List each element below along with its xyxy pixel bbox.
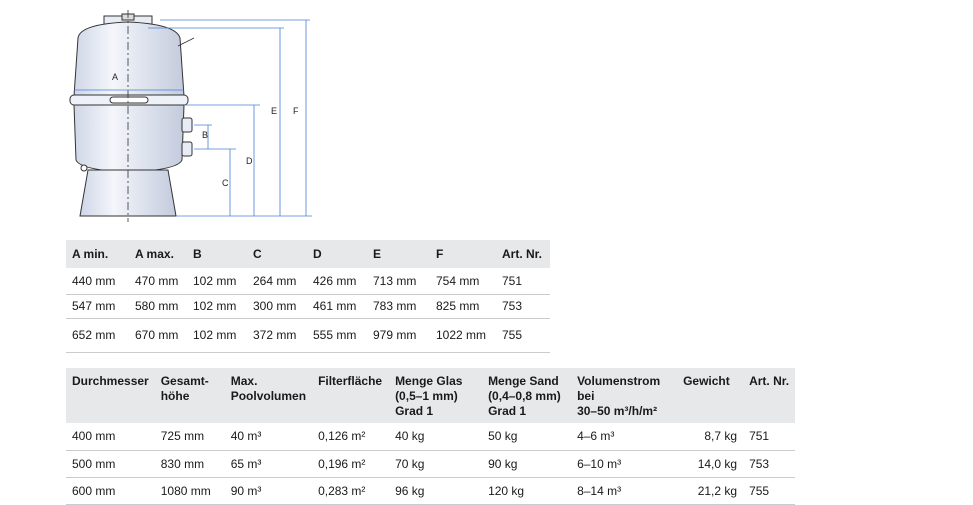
table-cell: 14,0 kg: [697, 456, 738, 471]
dim-label-d: D: [246, 156, 253, 166]
table-cell: 40 m³: [230, 429, 262, 444]
table-cell: 0,196 m²: [318, 456, 366, 471]
table-cell: 8,7 kg: [704, 429, 738, 444]
dim-label-e: E: [271, 106, 277, 116]
table-cell: 102 mm: [193, 328, 237, 342]
table-cell: 120 kg: [488, 483, 525, 498]
header-cell: Max. Poolvolumen: [230, 374, 307, 403]
dim-label-a: A: [112, 72, 118, 82]
table-cell: 102 mm: [193, 299, 237, 313]
table-row: 440 mm 470 mm 102 mm 264 mm 426 mm 713 m…: [66, 268, 550, 294]
table-cell: 725 mm: [160, 429, 205, 444]
table-cell: 670 mm: [135, 328, 179, 342]
header-cell: E: [373, 247, 382, 261]
table-row: 500 mm 830 mm 65 m³ 0,196 m² 70 kg 90 kg…: [66, 450, 796, 477]
drain-plug: [80, 164, 88, 172]
table-row: 547 mm 580 mm 102 mm 300 mm 461 mm 783 m…: [66, 294, 550, 318]
dim-label-b: B: [202, 130, 208, 140]
header-cell: B: [193, 247, 202, 261]
table-cell: 102 mm: [193, 273, 237, 288]
table-cell: 755: [502, 328, 523, 342]
table-cell: 70 kg: [395, 456, 425, 471]
table-row: 400 mm 725 mm 40 m³ 0,126 m² 40 kg 50 kg…: [66, 423, 796, 450]
tank-lower-shell: [73, 104, 185, 173]
dim-label-c: C: [222, 178, 229, 188]
table-cell: 753: [502, 299, 523, 313]
table-cell: 426 mm: [313, 273, 357, 288]
table-cell: 96 kg: [395, 483, 425, 498]
table-row: 600 mm 1080 mm 90 m³ 0,283 m² 96 kg 120 …: [66, 477, 796, 504]
table-cell: 470 mm: [135, 273, 179, 288]
table-cell: 461 mm: [313, 299, 357, 313]
header-cell: F: [436, 247, 444, 261]
dimensions-table-header: A min. A max. B C D E F Art. Nr.: [66, 240, 550, 268]
table-cell: 4–6 m³: [577, 429, 615, 444]
header-cell: Filterfläche: [318, 374, 383, 388]
table-cell: 0,283 m²: [318, 483, 366, 498]
table-cell: 652 mm: [72, 328, 116, 342]
table-cell: 754 mm: [436, 273, 480, 288]
header-cell: Menge Glas (0,5–1 mm) Grad 1: [395, 374, 463, 418]
table-cell: 830 mm: [160, 456, 205, 471]
header-cell: Menge Sand (0,4–0,8 mm) Grad 1: [488, 374, 561, 418]
table-cell: 400 mm: [72, 429, 116, 444]
table-row: 652 mm 670 mm 102 mm 372 mm 555 mm 979 m…: [66, 318, 550, 352]
header-cell: Gesamt- höhe: [160, 374, 209, 403]
table-cell: 753: [749, 456, 770, 471]
table-cell: 580 mm: [135, 299, 179, 313]
table-cell: 1022 mm: [436, 328, 487, 342]
table-cell: 300 mm: [253, 299, 297, 313]
table-cell: 90 m³: [230, 483, 262, 498]
header-cell: C: [253, 247, 262, 261]
table-cell: 440 mm: [72, 273, 116, 288]
table-cell: 751: [749, 429, 770, 444]
dimensions-table: A min. A max. B C D E F Art. Nr. 440 mm …: [66, 240, 550, 353]
header-cell: Art. Nr.: [749, 374, 790, 388]
table-cell: 8–14 m³: [577, 483, 622, 498]
table-cell: 0,126 m²: [318, 429, 366, 444]
tank-upper-shell: [73, 21, 185, 97]
table-cell: 500 mm: [72, 456, 116, 471]
port-lower: [181, 141, 193, 157]
table-cell: 1080 mm: [160, 483, 211, 498]
header-cell: A min.: [72, 247, 109, 261]
table-cell: 825 mm: [436, 299, 480, 313]
table-cell: 372 mm: [253, 328, 297, 342]
table-cell: 755: [749, 483, 770, 498]
table-cell: 555 mm: [313, 328, 357, 342]
table-cell: 40 kg: [395, 429, 425, 444]
table-cell: 600 mm: [72, 483, 116, 498]
port-upper: [181, 117, 193, 133]
table-cell: 547 mm: [72, 299, 116, 313]
table-cell: 90 kg: [488, 456, 518, 471]
table-cell: 783 mm: [373, 299, 417, 313]
header-cell: Durchmesser: [72, 374, 149, 388]
table-cell: 751: [502, 273, 523, 288]
header-cell: D: [313, 247, 322, 261]
header-cell: A max.: [135, 247, 174, 261]
table-cell: 6–10 m³: [577, 456, 622, 471]
table-cell: 979 mm: [373, 328, 417, 342]
table-cell: 21,2 kg: [697, 483, 738, 498]
specs-table-header: Durchmesser Gesamt- höhe Max. Poolvolume…: [66, 368, 796, 423]
table-cell: 264 mm: [253, 273, 297, 288]
dim-label-f: F: [293, 106, 299, 116]
table-cell: 50 kg: [488, 429, 518, 444]
table-cell: 65 m³: [230, 456, 262, 471]
header-cell: Gewicht: [683, 374, 730, 388]
clamp-latch: [109, 96, 149, 104]
header-cell: Volumenstrom bei 30–50 m³/h/m²: [577, 374, 661, 418]
filter-diagram: A B C D E F: [69, 10, 312, 222]
header-cell: Art. Nr.: [502, 247, 543, 261]
table-cell: 713 mm: [373, 273, 417, 288]
specs-table: Durchmesser Gesamt- höhe Max. Poolvolume…: [66, 368, 796, 505]
